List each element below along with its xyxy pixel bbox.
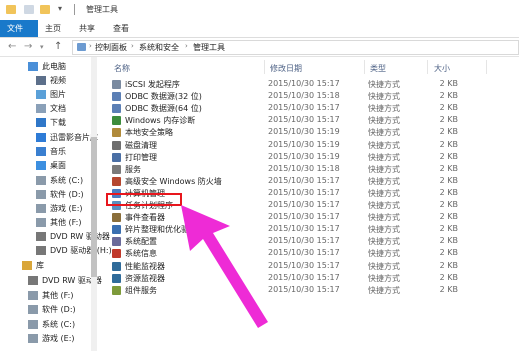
annotation-arrow [181,205,268,328]
arrow-shape [181,205,268,328]
